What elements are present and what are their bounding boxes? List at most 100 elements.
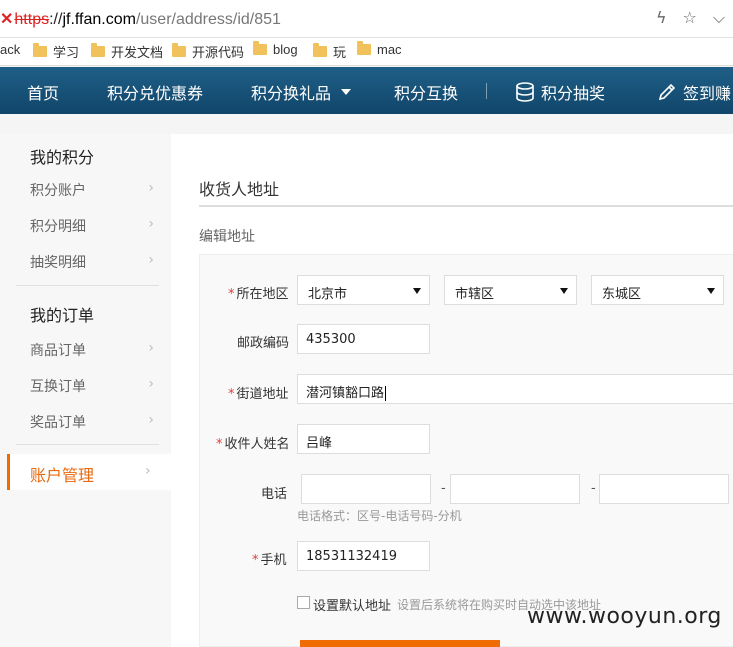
phone-number-input[interactable]: [450, 474, 580, 504]
bookmark-folder[interactable]: blog: [253, 41, 298, 57]
nav-label: 积分兑优惠券: [107, 84, 204, 103]
folder-icon: [172, 43, 186, 57]
chevron-right-icon: ›: [148, 340, 154, 356]
region-label-text: 所在地区: [236, 287, 289, 302]
mobile-label: * 手机: [252, 549, 287, 568]
nav-label: 签到赚: [683, 84, 732, 103]
browser-address-bar[interactable]: ✕https://jf.ffan.com/user/address/id/851…: [0, 0, 733, 38]
nav-label: 首页: [27, 84, 60, 103]
nav-label: 积分换礼品: [251, 84, 332, 103]
sidebar-item-label: 奖品订单: [30, 415, 86, 431]
bookmark-folder[interactable]: 学习: [33, 42, 79, 61]
bookmark-label: mac: [377, 42, 402, 57]
district-value: 东城区: [602, 287, 642, 302]
sidebar-item-label: 互换订单: [30, 379, 86, 395]
bookmark-folder[interactable]: 玩: [313, 42, 346, 61]
nav-gift-exchange[interactable]: 积分换礼品: [251, 80, 352, 104]
title-divider: [199, 205, 733, 207]
bookmark-item[interactable]: ack: [0, 42, 20, 57]
city-value: 市辖区: [455, 287, 495, 302]
dropdown-arrow-icon: [707, 288, 715, 294]
sidebar-item-points-detail[interactable]: 积分明细 ›: [30, 216, 154, 236]
bookmarks-bar: ack 学习 开发文档 开源代码 blog 玩 mac: [0, 38, 733, 66]
text-cursor: [385, 386, 387, 401]
city-select[interactable]: 市辖区: [444, 275, 577, 305]
chevron-right-icon: ›: [148, 252, 154, 268]
street-label-text: 街道地址: [236, 387, 289, 402]
default-address-checkbox[interactable]: [297, 596, 310, 609]
bookmark-folder[interactable]: 开发文档: [91, 42, 163, 61]
bookmark-label: 开源代码: [192, 45, 245, 60]
mobile-label-text: 手机: [260, 553, 287, 568]
page: ✕https://jf.ffan.com/user/address/id/851…: [0, 0, 733, 647]
chevron-down-icon[interactable]: ⌵: [713, 8, 725, 28]
page-title: 收货人地址: [199, 180, 280, 199]
required-mark: *: [228, 287, 235, 302]
required-mark: *: [252, 553, 259, 568]
phone-extension-input[interactable]: [599, 474, 729, 504]
receiver-name-input[interactable]: 吕峰: [297, 424, 430, 454]
province-value: 北京市: [308, 287, 348, 302]
sidebar-item-exchange-orders[interactable]: 互换订单 ›: [30, 376, 154, 396]
required-mark: *: [228, 387, 235, 402]
sidebar-item-lottery-detail[interactable]: 抽奖明细 ›: [30, 252, 154, 272]
province-select[interactable]: 北京市: [297, 275, 430, 305]
phone-label: 电话: [261, 487, 288, 502]
receiver-label: * 收件人姓名: [216, 433, 290, 452]
save-address-button[interactable]: [300, 640, 500, 647]
nav-lottery[interactable]: 积分抽奖: [515, 80, 605, 104]
sidebar-item-points-account[interactable]: 积分账户 ›: [30, 180, 154, 200]
nav-label: 积分抽奖: [541, 84, 606, 103]
url-host: jf.ffan.com: [62, 11, 136, 28]
nav-coupon-exchange[interactable]: 积分兑优惠券: [107, 80, 203, 104]
star-icon[interactable]: ☆: [683, 8, 697, 28]
region-label: * 所在地区: [228, 283, 289, 302]
lightning-icon[interactable]: ϟ: [656, 8, 667, 28]
receiver-label-text: 收件人姓名: [224, 437, 290, 452]
bookmark-folder[interactable]: 开源代码: [172, 42, 244, 61]
district-select[interactable]: 东城区: [591, 275, 724, 305]
sidebar-item-account-management[interactable]: 账户管理 ›: [7, 454, 171, 490]
watermark: www.wooyun.org: [527, 604, 722, 629]
sidebar-divider: [16, 444, 159, 445]
sidebar-item-label: 账户管理: [30, 466, 95, 485]
url-text[interactable]: ✕https://jf.ffan.com/user/address/id/851: [0, 9, 281, 29]
chevron-right-icon: ›: [148, 180, 154, 196]
folder-icon: [253, 41, 267, 55]
pencil-icon: [658, 83, 676, 101]
phone-format-hint: 电话格式：区号-电话号码-分机: [297, 509, 462, 523]
nav-label: 积分互换: [394, 84, 459, 103]
postal-code-input[interactable]: 435300: [297, 324, 430, 354]
nav-checkin[interactable]: 签到赚: [657, 80, 731, 104]
folder-icon: [313, 43, 327, 57]
folder-icon: [91, 43, 105, 57]
sidebar-item-label: 抽奖明细: [30, 255, 86, 271]
phone-area-code-input[interactable]: [301, 474, 431, 504]
bookmark-label: 开发文档: [111, 45, 164, 60]
bookmark-label: ack: [0, 42, 21, 57]
street-label: * 街道地址: [228, 383, 289, 402]
required-mark: *: [216, 437, 223, 452]
sidebar-item-product-orders[interactable]: 商品订单 ›: [30, 340, 154, 360]
bookmark-folder[interactable]: mac: [357, 41, 402, 57]
street-address-value: 潜河镇豁口路: [306, 386, 385, 401]
section-subtitle: 编辑地址: [199, 229, 255, 245]
insecure-icon: ✕: [0, 11, 14, 28]
sidebar-item-prize-orders[interactable]: 奖品订单 ›: [30, 412, 154, 432]
phone-separator: -: [591, 481, 596, 496]
url-path: /user/address/id/851: [135, 11, 281, 28]
site-navigation: 首页 积分兑优惠券 积分换礼品 积分互换 积分抽奖 签到赚: [0, 67, 733, 114]
nav-home[interactable]: 首页: [27, 80, 59, 104]
nav-points-swap[interactable]: 积分互换: [394, 80, 458, 104]
dropdown-caret-icon: [341, 89, 352, 95]
chevron-right-icon: ›: [148, 412, 154, 428]
street-address-input[interactable]: 潜河镇豁口路: [297, 374, 733, 404]
bookmark-label: 玩: [333, 45, 347, 60]
mobile-input[interactable]: 18531132419: [297, 541, 430, 571]
folder-icon: [33, 43, 47, 57]
dropdown-arrow-icon: [560, 288, 568, 294]
chevron-right-icon: ›: [148, 216, 154, 232]
address-form: * 所在地区 北京市 市辖区 东城区 邮政编码 435300 * 街道地址 潜河镇豁…: [199, 254, 733, 647]
sidebar-item-label: 积分明细: [30, 219, 86, 235]
default-address-label[interactable]: 设置默认地址: [313, 595, 391, 614]
